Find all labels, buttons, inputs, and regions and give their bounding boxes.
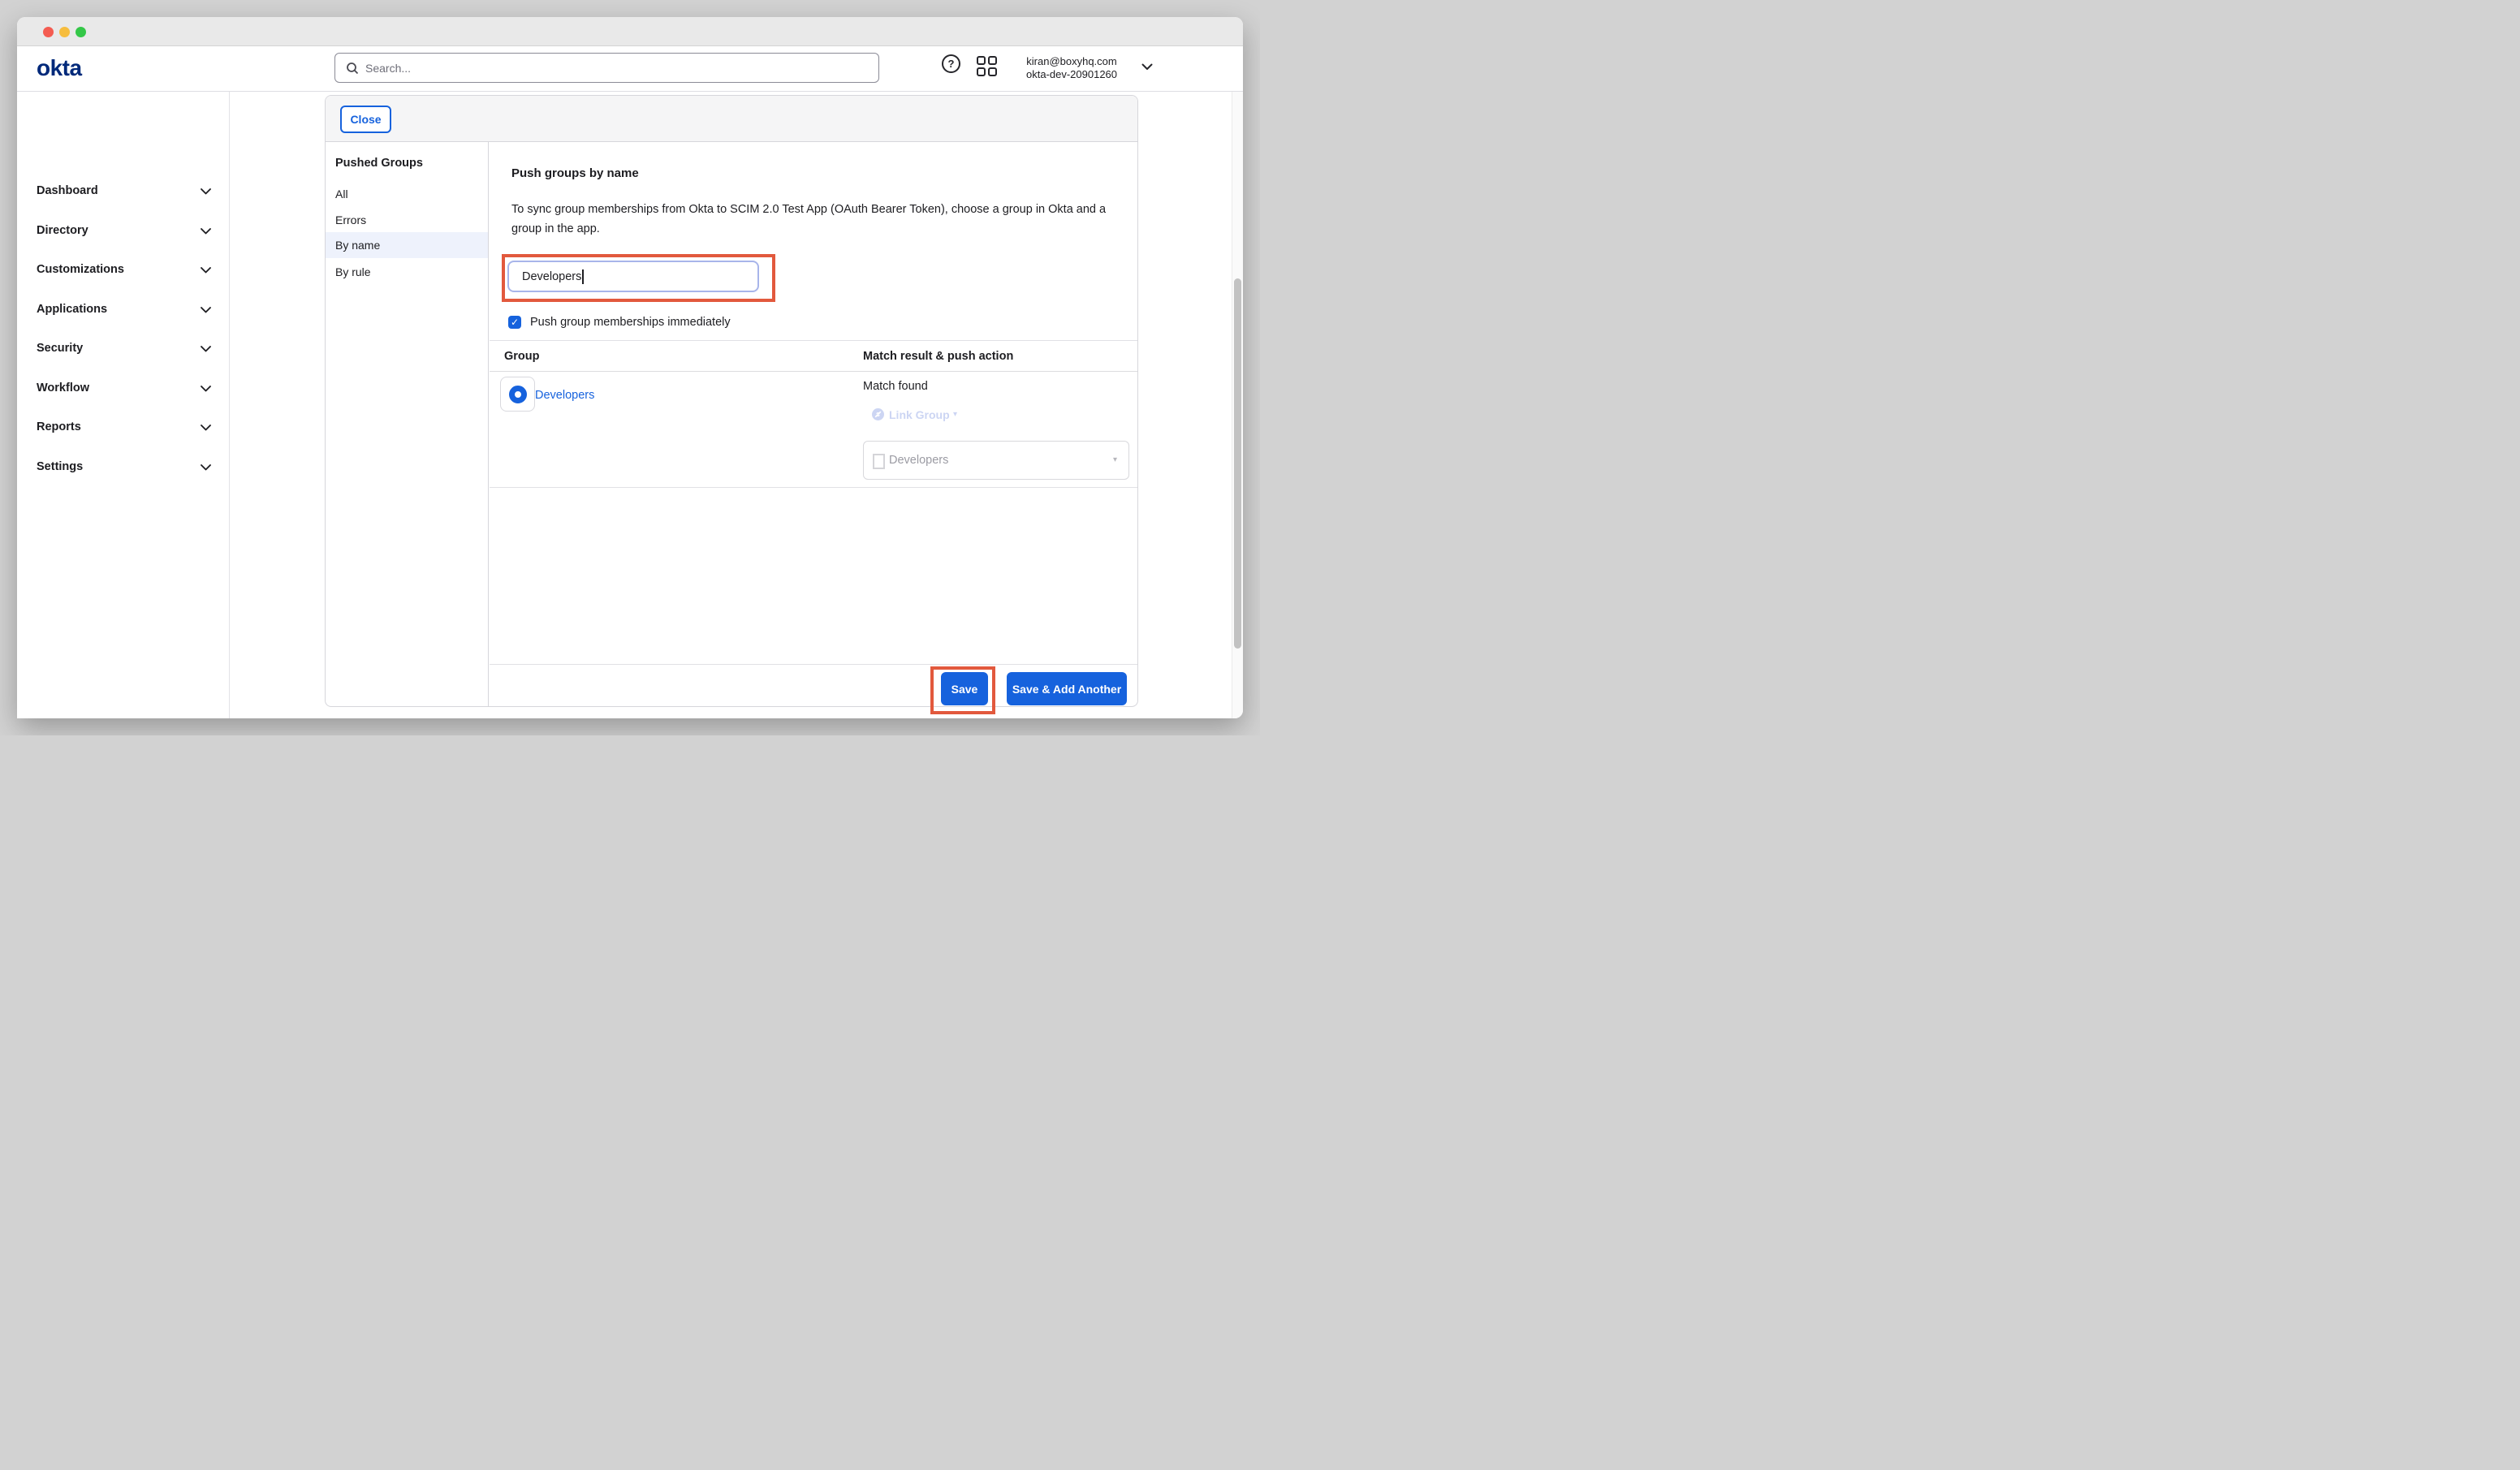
linked-group-placeholder-icon — [873, 454, 885, 469]
linked-group-select[interactable]: Developers ▾ — [863, 441, 1129, 480]
nav-item-all[interactable]: All — [326, 181, 488, 207]
column-header-match: Match result & push action — [863, 350, 1013, 363]
dialog-header: Close — [326, 96, 1137, 142]
chevron-down-icon — [201, 346, 211, 352]
desktop: okta Search... ? kiran@boxyhq.com okta-d… — [0, 0, 1260, 735]
save-add-another-button[interactable]: Save & Add Another — [1007, 672, 1127, 705]
search-input[interactable]: Search... — [334, 53, 879, 83]
account-menu[interactable]: kiran@boxyhq.com okta-dev-20901260 — [1006, 55, 1137, 81]
chevron-down-icon — [201, 188, 211, 195]
chevron-down-icon — [201, 228, 211, 235]
link-group-arrow-icon: ▾ — [953, 410, 957, 419]
select-arrow-icon: ▾ — [1113, 455, 1117, 464]
browser-window: okta Search... ? kiran@boxyhq.com okta-d… — [17, 17, 1243, 718]
zoom-window-button[interactable] — [76, 27, 86, 37]
pushed-groups-title: Pushed Groups — [335, 157, 423, 170]
nav-item-by-rule[interactable]: By rule — [326, 259, 488, 285]
chevron-down-icon — [201, 425, 211, 431]
push-by-name-form: Push groups by name To sync group member… — [490, 142, 1137, 706]
table-top-divider — [490, 340, 1137, 341]
help-icon[interactable]: ? — [942, 54, 960, 73]
sidebar-nav: Dashboard Directory Customizations Appli… — [17, 92, 230, 718]
chevron-down-icon — [201, 267, 211, 274]
chevron-down-icon — [201, 307, 211, 313]
search-icon — [346, 62, 359, 75]
okta-logo: okta — [37, 55, 82, 81]
group-search-input[interactable]: Developers — [507, 261, 759, 292]
group-circle-icon — [509, 386, 527, 403]
form-description: To sync group memberships from Okta to S… — [511, 200, 1130, 239]
link-group-label: Link Group — [889, 408, 950, 421]
apps-grid-icon[interactable] — [977, 56, 997, 76]
sidebar-item-workflow[interactable]: Workflow — [17, 377, 229, 402]
sidebar-item-applications[interactable]: Applications — [17, 298, 229, 323]
minimize-window-button[interactable] — [59, 27, 70, 37]
sidebar-item-customizations[interactable]: Customizations — [17, 258, 229, 283]
table-row-divider — [490, 487, 1137, 488]
save-button[interactable]: Save — [941, 672, 988, 705]
link-icon — [872, 408, 884, 420]
nav-item-errors[interactable]: Errors — [326, 207, 488, 233]
linked-group-value: Developers — [889, 454, 948, 467]
chevron-down-icon — [201, 386, 211, 392]
account-chevron-down-icon[interactable] — [1141, 63, 1153, 71]
sidebar-item-security[interactable]: Security — [17, 337, 229, 362]
search-placeholder: Search... — [365, 62, 411, 75]
sidebar-item-settings[interactable]: Settings — [17, 455, 229, 481]
close-button[interactable]: Close — [340, 106, 391, 133]
match-status: Match found — [863, 380, 928, 393]
footer-divider — [490, 664, 1137, 665]
table-header-divider — [490, 371, 1137, 372]
column-header-group: Group — [504, 350, 540, 363]
form-title: Push groups by name — [511, 166, 639, 180]
account-org: okta-dev-20901260 — [1006, 68, 1137, 81]
group-name-link[interactable]: Developers — [535, 389, 594, 402]
sidebar-item-reports[interactable]: Reports — [17, 416, 229, 441]
group-search-value: Developers — [522, 270, 581, 283]
text-cursor — [582, 269, 584, 284]
nav-item-by-name[interactable]: By name — [326, 232, 488, 258]
push-immediately-label: Push group memberships immediately — [530, 316, 731, 329]
account-email: kiran@boxyhq.com — [1006, 55, 1137, 68]
scrollbar-thumb[interactable] — [1234, 278, 1241, 649]
window-titlebar — [17, 17, 1243, 46]
pushed-groups-nav: Pushed Groups All Errors By name By rule — [326, 142, 489, 706]
top-nav: okta Search... ? kiran@boxyhq.com okta-d… — [17, 46, 1243, 92]
group-avatar — [500, 377, 535, 412]
push-groups-dialog: Close Pushed Groups All Errors By name B… — [325, 95, 1138, 707]
close-window-button[interactable] — [43, 27, 54, 37]
push-immediately-checkbox[interactable]: ✓ — [508, 316, 521, 329]
sidebar-item-directory[interactable]: Directory — [17, 219, 229, 244]
sidebar-item-dashboard[interactable]: Dashboard — [17, 179, 229, 205]
chevron-down-icon — [201, 464, 211, 471]
